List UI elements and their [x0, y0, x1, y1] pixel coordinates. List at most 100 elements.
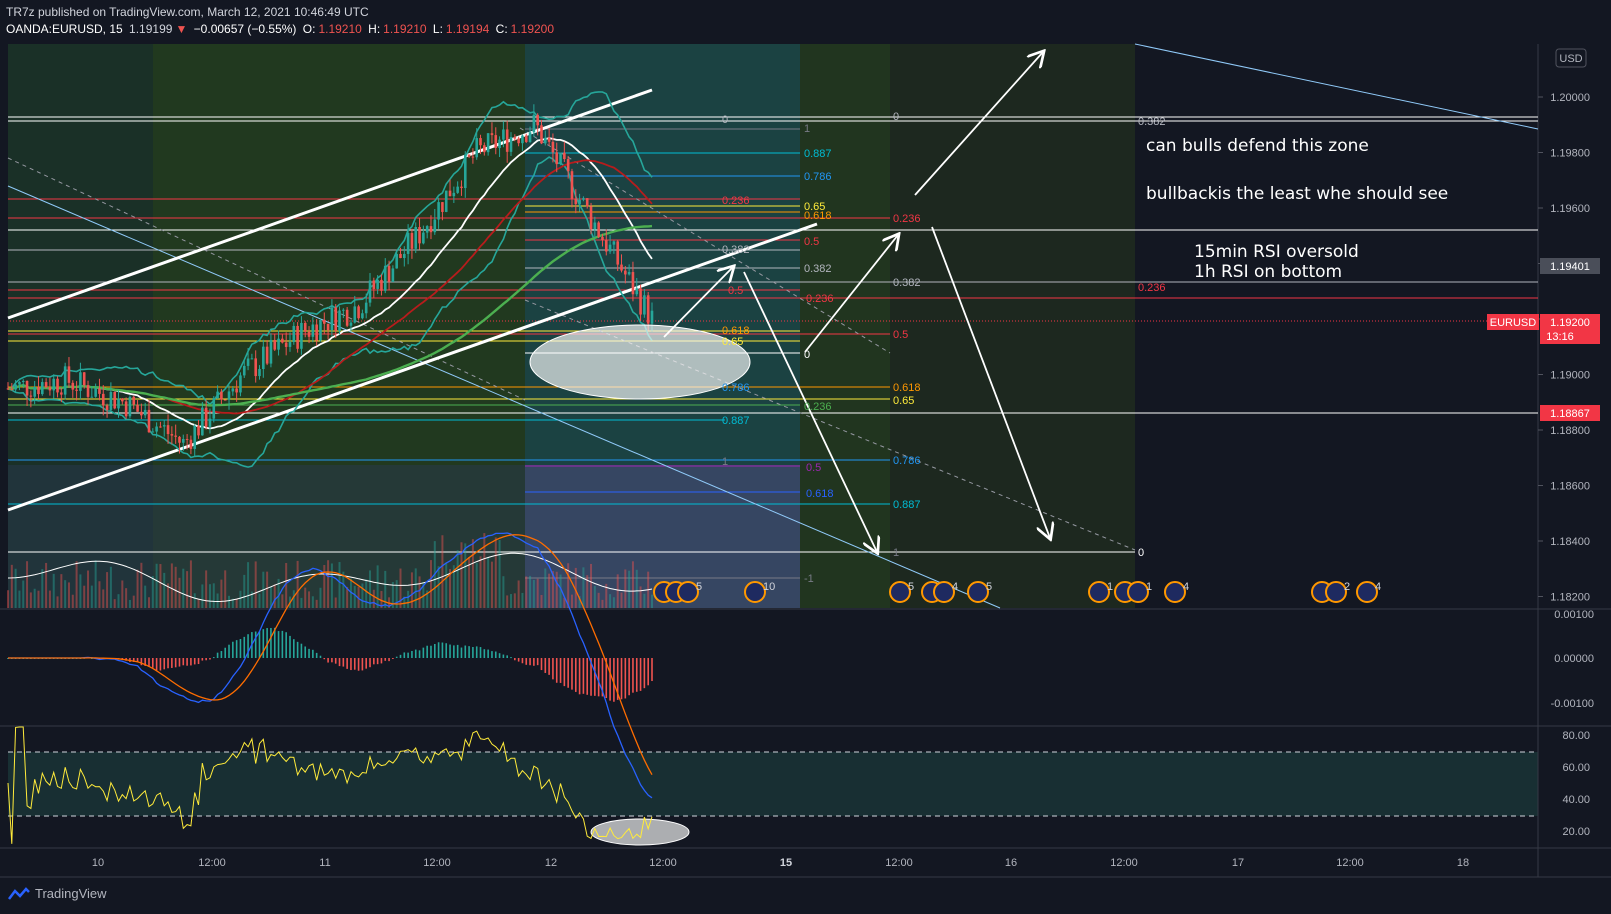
candle: [33, 387, 36, 397]
volume-bar: [506, 595, 509, 608]
volume-bar: [471, 539, 474, 608]
fib-label: 0: [893, 111, 899, 123]
macd-histogram-bar: [270, 627, 272, 658]
price-tick-label: 1.19000: [1550, 370, 1590, 382]
candle: [254, 358, 257, 377]
candle: [616, 241, 620, 265]
volume-bar: [315, 599, 318, 608]
candle: [650, 310, 654, 324]
rsi-oversold-ellipse[interactable]: [590, 818, 690, 846]
candle: [475, 138, 479, 158]
candle: [418, 226, 421, 244]
tradingview-footer[interactable]: TradingView: [8, 886, 107, 901]
candle: [437, 202, 440, 220]
candle: [201, 407, 204, 436]
chart-canvas[interactable]: 0 1 0.887 0.786 0.65 0.618 0.5 0.382 0.2…: [0, 0, 1611, 914]
volume-bar: [407, 590, 410, 608]
candle: [181, 438, 185, 443]
candle: [643, 295, 646, 315]
macd-histogram-bar: [193, 658, 196, 665]
price-tick-label: 1.18600: [1550, 481, 1590, 493]
macd-histogram-bar: [376, 658, 379, 665]
volume-bar: [147, 597, 150, 608]
macd-histogram-bar: [487, 649, 489, 658]
candle: [582, 198, 585, 200]
macd-histogram-bar: [392, 658, 394, 659]
macd-histogram-bar: [494, 651, 497, 658]
rsi-pane[interactable]: [8, 727, 1538, 847]
macd-histogram-bar: [578, 658, 581, 695]
support-zone-ellipse[interactable]: [529, 324, 751, 400]
macd-histogram-bar: [369, 658, 371, 668]
volume-bar: [56, 596, 59, 608]
macd-histogram-bar: [399, 654, 402, 658]
macd-histogram-bar: [517, 658, 520, 662]
macd-histogram-bar: [178, 658, 181, 667]
event-badge-icon: [1088, 581, 1110, 603]
volume-bar: [643, 593, 646, 608]
macd-histogram-bar: [643, 658, 646, 689]
time-tick-label: 16: [1005, 857, 1017, 869]
candle: [281, 338, 284, 343]
macd-histogram-bar: [308, 648, 310, 658]
volume-bar: [327, 560, 330, 608]
fib-label: 0.382: [893, 277, 921, 289]
volume-bar: [529, 575, 532, 608]
candle: [25, 380, 29, 396]
macd-histogram-bar: [403, 652, 406, 658]
volume-bar: [429, 560, 432, 608]
candle: [140, 411, 143, 416]
symbol-price-value: 1.19200: [1550, 317, 1590, 329]
fib-label: -1: [804, 573, 814, 585]
rsi-tick-label: 80.00: [1562, 730, 1590, 742]
macd-histogram-bar: [220, 651, 223, 658]
volume-bar: [224, 570, 227, 608]
currency-button[interactable]: USD: [1555, 48, 1587, 68]
candle: [505, 129, 509, 152]
fib-label: 0.5: [728, 285, 743, 297]
macd-histogram-bar: [475, 646, 478, 658]
volume-bar: [60, 574, 63, 608]
volume-bar: [570, 594, 573, 608]
macd-pane[interactable]: [8, 610, 1538, 725]
candle: [52, 378, 56, 391]
volume-bar: [22, 580, 25, 608]
candle: [185, 438, 189, 440]
candle: [425, 226, 429, 233]
macd-histogram-bar: [395, 656, 398, 658]
candle: [639, 288, 642, 315]
candle: [170, 434, 174, 436]
macd-histogram-bar: [449, 644, 451, 658]
candle: [395, 253, 398, 269]
candle: [593, 222, 597, 230]
volume-bar: [490, 561, 493, 608]
macd-histogram-bar: [174, 658, 177, 668]
macd-histogram-bar: [506, 655, 508, 658]
volume-bar: [228, 595, 231, 608]
volume-bar: [521, 592, 524, 608]
candle: [597, 222, 600, 237]
price-axis[interactable]: 1.200001.198001.196001.194001.192001.190…: [1538, 92, 1590, 604]
volume-bar: [52, 573, 55, 608]
candle: [6, 388, 10, 390]
fib-label: 0.236: [893, 213, 921, 225]
candle: [555, 152, 559, 165]
volume-bar: [620, 592, 623, 608]
macd-tick-label: 0.00000: [1554, 653, 1594, 665]
macd-histogram-bar: [437, 642, 440, 658]
candle: [589, 206, 593, 230]
price-marker-1-value: 1.19401: [1550, 261, 1590, 273]
candle: [128, 396, 132, 417]
volume-bar: [582, 567, 585, 608]
candle: [303, 322, 307, 332]
time-axis[interactable]: 10 12:00 11 12:00 12 12:00 15 12:00 16 12:00 17 12:…: [92, 857, 1469, 869]
volume-bar: [94, 560, 97, 608]
candle: [124, 401, 128, 417]
fib-label: 0.236: [1138, 282, 1166, 294]
volume-bar: [121, 580, 124, 608]
rsi-tick-label: 20.00: [1562, 826, 1590, 838]
volume-bar: [311, 596, 314, 608]
volume-bar: [208, 584, 211, 608]
time-tick-label: 11: [319, 857, 330, 869]
volume-bar: [163, 572, 166, 608]
